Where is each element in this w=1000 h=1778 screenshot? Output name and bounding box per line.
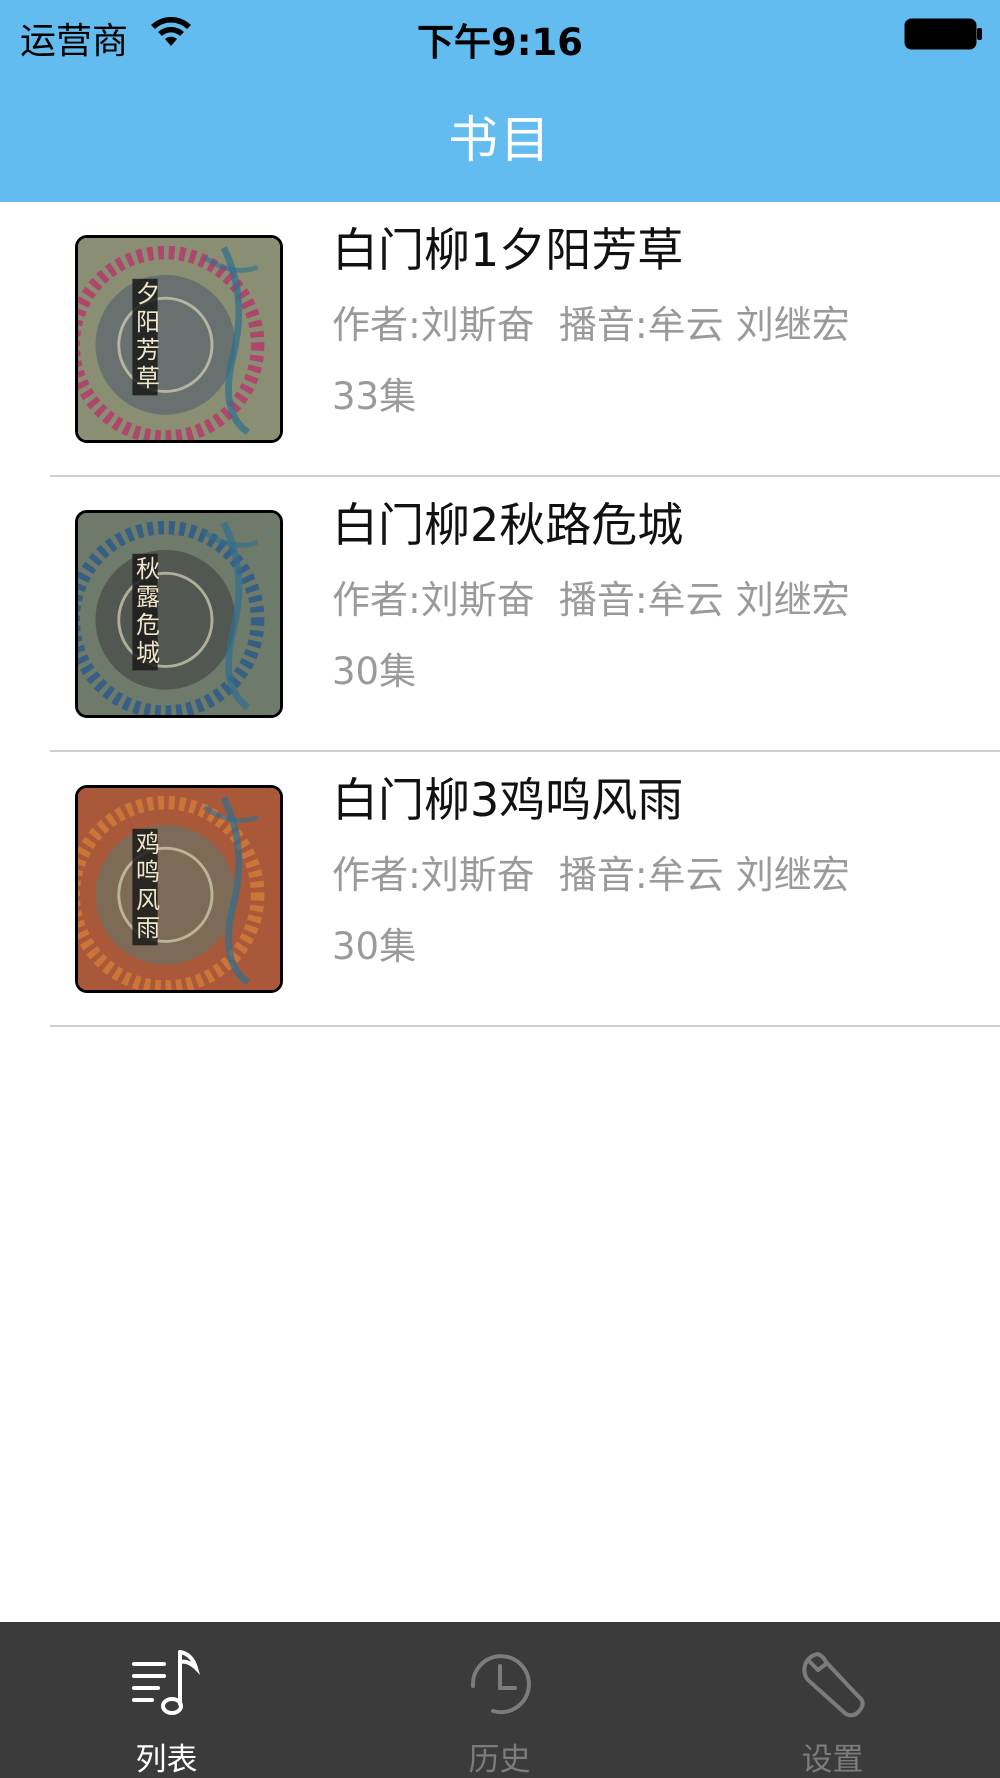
book-narrator: 播音:牟云 刘继宏 <box>558 578 850 622</box>
book-author: 作者:刘斯奋 <box>332 303 535 347</box>
battery-icon <box>904 18 982 50</box>
book-cover-image <box>75 235 283 443</box>
book-narrator: 播音:牟云 刘继宏 <box>558 303 850 347</box>
book-cover-title: 鸡鸣风雨 <box>136 830 160 942</box>
tab-wrench[interactable]: 设置 <box>666 1622 999 1778</box>
tab-bar: 列表 历史 设置 <box>0 1622 1000 1778</box>
book-row[interactable]: 夕阳芳草 白门柳1夕阳芳草作者:刘斯奋 播音:牟云 刘继宏 33集 <box>0 202 1000 477</box>
book-list: 夕阳芳草 白门柳1夕阳芳草 作者:刘斯奋 播音:牟云 刘继宏 33集 秋露危城 白门柳2秋路… <box>0 202 1000 1027</box>
book-title: 白门柳3鸡鸣风雨 <box>332 773 684 827</box>
book-row[interactable]: 秋露危城 白门柳2秋路危城作者:刘斯奋 播音:牟云 刘继宏 30集 <box>0 477 1000 752</box>
book-cover-image <box>75 510 283 718</box>
book-episode-count: 30集 <box>332 925 417 968</box>
status-time: 下午9:16 <box>416 21 584 64</box>
tab-label: 历史 <box>468 1742 531 1778</box>
book-episode-count: 30集 <box>332 650 417 693</box>
book-title: 白门柳1夕阳芳草 <box>332 223 684 277</box>
header: 运营商 下午9:16 书目 <box>0 0 1000 202</box>
book-author: 作者:刘斯奋 <box>332 853 535 897</box>
book-cover-title: 秋露危城 <box>136 555 160 667</box>
tab-clock[interactable]: 历史 <box>333 1622 666 1778</box>
clock-icon <box>463 1646 537 1720</box>
book-credits: 作者:刘斯奋 播音:牟云 刘继宏 <box>332 844 850 899</box>
page-title: 书目 <box>448 111 552 169</box>
wrench-icon <box>796 1646 870 1720</box>
book-title: 白门柳2秋路危城 <box>332 498 684 552</box>
book-narrator: 播音:牟云 刘继宏 <box>558 853 850 897</box>
tab-music-list[interactable]: 列表 <box>0 1622 333 1778</box>
book-row[interactable]: 鸡鸣风雨 白门柳3鸡鸣风雨作者:刘斯奋 播音:牟云 刘继宏 30集 <box>0 752 1000 1027</box>
music-list-icon <box>130 1646 204 1720</box>
status-bar: 运营商 下午9:16 <box>0 0 1000 68</box>
book-episode-count: 33集 <box>332 375 417 418</box>
tab-label: 设置 <box>801 1742 864 1778</box>
book-credits: 作者:刘斯奋 播音:牟云 刘继宏 <box>332 569 850 624</box>
book-cover-title: 夕阳芳草 <box>136 280 160 392</box>
book-credits: 作者:刘斯奋 播音:牟云 刘继宏 <box>332 294 850 349</box>
book-author: 作者:刘斯奋 <box>332 578 535 622</box>
tab-label: 列表 <box>135 1742 198 1778</box>
book-cover-image <box>75 785 283 993</box>
